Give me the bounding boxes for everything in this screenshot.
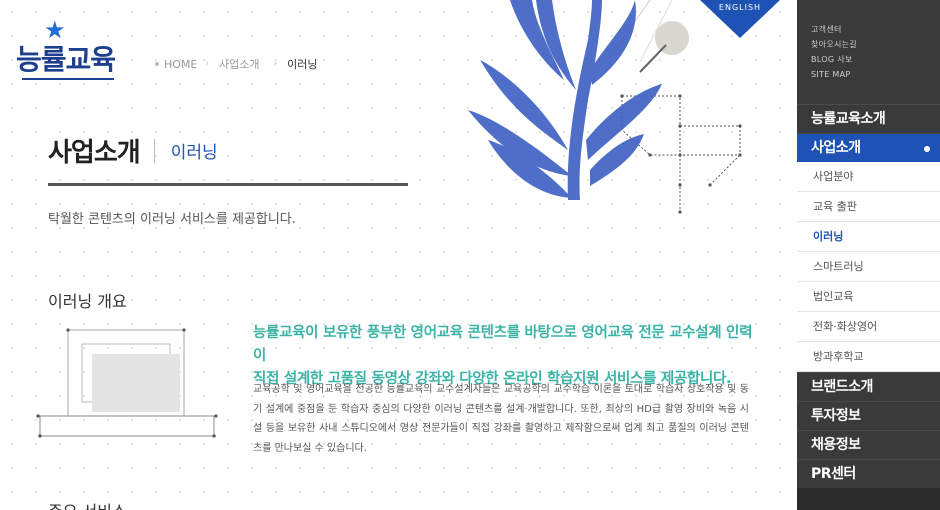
english-site-link[interactable]: ENGLISH [700, 0, 780, 38]
breadcrumb-home[interactable]: HOME [164, 58, 197, 71]
sidebar-footer [797, 488, 940, 510]
breadcrumb-level1[interactable]: 사업소개 [219, 56, 259, 72]
util-link-customer-center[interactable]: 고객센터 [811, 22, 940, 37]
overview-body: 교육공학 및 영어교육을 전공한 능률교육의 교수설계자들은 교육공학의 교수학… [253, 384, 749, 454]
util-link-sitemap[interactable]: SITE MAP [811, 67, 940, 82]
chevron-right-icon: › [205, 59, 209, 69]
submenu-elearning[interactable]: 이러닝 [797, 222, 940, 252]
submenu-corporate-education[interactable]: 법인교육 [797, 282, 940, 312]
submenu-smart-learning[interactable]: 스마트러닝 [797, 252, 940, 282]
submenu-business-area[interactable]: 사업분야 [797, 162, 940, 192]
page-subtitle: 이러닝 [170, 143, 218, 163]
site-logo[interactable]: ★ 능률교육 [14, 18, 118, 84]
home-dot-icon [155, 62, 159, 66]
overview-illustration [36, 328, 218, 438]
menu-pr-center[interactable]: PR센터 [797, 459, 940, 488]
menu-brand[interactable]: 브랜드소개 [797, 372, 940, 401]
highlight-line-1: 능률교육이 보유한 풍부한 영어교육 콘텐츠를 바탕으로 영어교육 전문 교수설… [253, 325, 753, 364]
menu-company-intro[interactable]: 능률교육소개 [797, 104, 940, 133]
submenu-publishing[interactable]: 교육 출판 [797, 192, 940, 222]
menu-business[interactable]: 사업소개 [797, 133, 940, 162]
logo-text: 능률교육 [16, 43, 116, 76]
english-label: ENGLISH [718, 3, 762, 12]
util-links: 고객센터 찾아오시는길 BLOG 사보 SITE MAP [797, 0, 940, 104]
menu-recruit[interactable]: 채용정보 [797, 430, 940, 459]
util-link-blog[interactable]: BLOG 사보 [811, 52, 940, 67]
util-link-directions[interactable]: 찾아오시는길 [811, 37, 940, 52]
services-heading: 주요 서비스 [48, 498, 127, 510]
page-title-block: 사업소개 이러닝 [48, 132, 218, 169]
submenu-phone-video-english[interactable]: 전화·화상영어 [797, 312, 940, 342]
title-divider [153, 138, 155, 163]
breadcrumb: HOME › 사업소개 › 이러닝 [155, 56, 317, 72]
submenu-after-school[interactable]: 방과후학교 [797, 342, 940, 372]
chevron-right-icon: › [273, 59, 278, 69]
page-lead: 탁월한 콘텐츠의 이러닝 서비스를 제공합니다. [48, 212, 296, 227]
page: ★ 능률교육 HOME › 사업소개 › 이러닝 ENGLISH 사업소개 이러… [0, 0, 940, 510]
menu-investment[interactable]: 투자정보 [797, 401, 940, 430]
logo-underline [22, 78, 114, 80]
title-rule [48, 183, 408, 186]
breadcrumb-current: 이러닝 [287, 58, 318, 71]
sidebar: 고객센터 찾아오시는길 BLOG 사보 SITE MAP 능률교육소개 사업소개… [797, 0, 940, 510]
page-title: 사업소개 [48, 138, 141, 168]
overview-heading: 이러닝 개요 [48, 292, 127, 311]
